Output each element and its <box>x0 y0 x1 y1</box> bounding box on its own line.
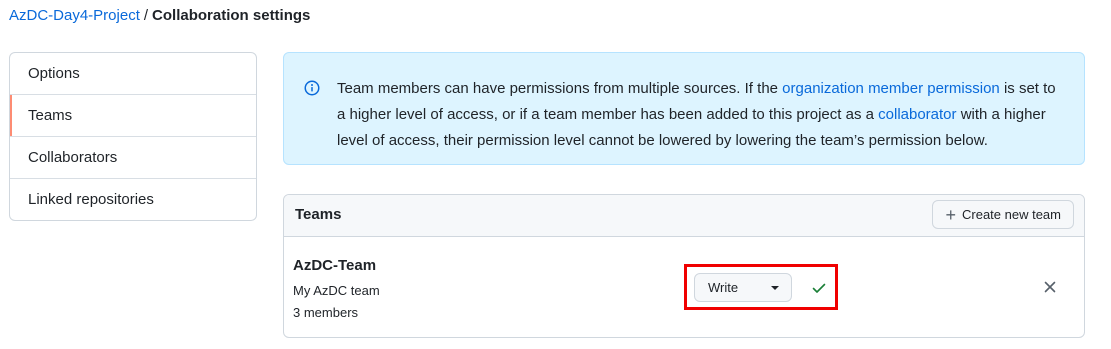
remove-team-x-icon[interactable] <box>1042 279 1058 295</box>
team-name: AzDC-Team <box>293 257 377 274</box>
page-title: Collaboration settings <box>152 7 311 24</box>
team-row: AzDC-Team My AzDC team 3 members Write <box>284 237 1084 337</box>
create-new-team-label: Create new team <box>962 207 1061 222</box>
team-description: My AzDC team <box>293 283 380 298</box>
breadcrumb: AzDC-Day4-Project / Collaboration settings <box>9 6 310 26</box>
permissions-notice: Team members can have permissions from m… <box>283 52 1085 165</box>
notice-text-1: Team members can have permissions from m… <box>337 80 783 97</box>
sidebar-item-collaborators[interactable]: Collaborators <box>10 137 256 179</box>
create-new-team-button[interactable]: + Create new team <box>932 200 1074 229</box>
team-members-count: 3 members <box>293 305 359 320</box>
teams-panel: Teams + Create new team AzDC-Team My AzD… <box>283 194 1085 338</box>
collaborator-link[interactable]: collaborator <box>878 106 956 123</box>
caret-down-icon <box>771 286 779 290</box>
teams-title: Teams <box>295 206 342 223</box>
settings-sidebar: Options Teams Collaborators Linked repos… <box>9 52 257 221</box>
info-icon <box>304 80 320 96</box>
breadcrumb-separator: / <box>143 7 149 24</box>
sidebar-item-linked-repositories[interactable]: Linked repositories <box>10 179 256 220</box>
breadcrumb-project-link[interactable]: AzDC-Day4-Project <box>9 7 140 24</box>
check-icon <box>812 283 826 293</box>
teams-header: Teams + Create new team <box>284 195 1084 237</box>
organization-member-permission-link[interactable]: organization member permission <box>782 80 1000 97</box>
plus-icon: + <box>945 204 956 225</box>
permission-value: Write <box>708 280 739 295</box>
sidebar-item-teams[interactable]: Teams <box>10 95 256 137</box>
permission-select[interactable]: Write <box>694 273 792 302</box>
sidebar-item-options[interactable]: Options <box>10 53 256 95</box>
